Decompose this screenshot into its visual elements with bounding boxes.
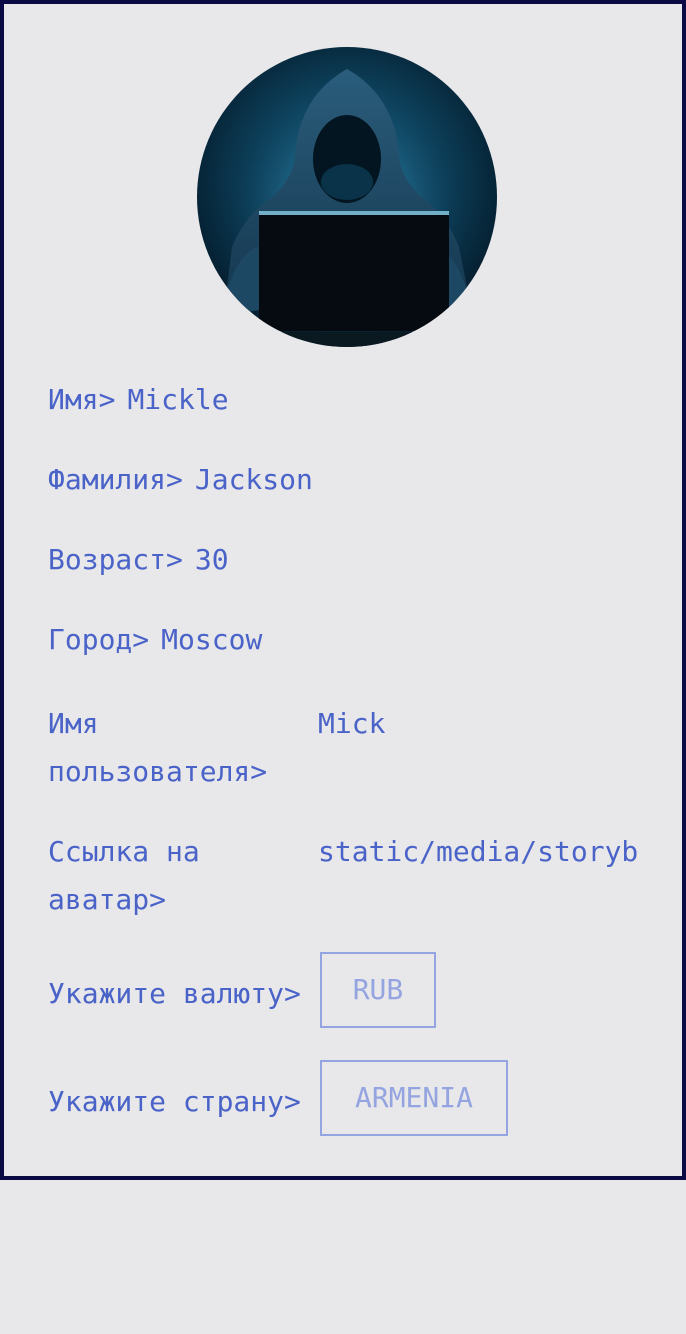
currency-select[interactable]: RUB [320,952,436,1028]
age-value: 30 [194,543,229,576]
avatar-link-value: static/media/storyb [318,835,639,868]
city-row: Город> Moscow [48,616,262,664]
username-value: Mick [318,707,386,740]
first-name-label: Имя> [48,383,116,416]
city-value: Moscow [161,623,263,656]
username-label: Имя пользователя> [48,707,268,788]
profile-card: Имя> Mickle Фамилия> Jackson Возраст> 30 Го… [0,0,686,1180]
hooded-hacker-avatar-icon [197,47,497,347]
last-name-value: Jackson [194,463,313,496]
city-label: Город> [48,623,150,656]
country-label: Укажите страну> [48,1085,301,1118]
age-label: Возраст> [48,543,183,576]
avatar [197,47,497,347]
country-select[interactable]: ARMENIA [320,1060,508,1136]
currency-label: Укажите валюту> [48,977,301,1010]
first-name-value: Mickle [127,383,229,416]
last-name-row: Фамилия> Jackson [48,456,313,504]
country-row: Укажите страну> [48,1078,301,1126]
currency-row: Укажите валюту> [48,970,301,1018]
age-row: Возраст> 30 [48,536,229,584]
last-name-label: Фамилия> [48,463,183,496]
first-name-row: Имя> Mickle [48,376,229,424]
avatar-link-label: Ссылка на аватар> [48,835,200,916]
